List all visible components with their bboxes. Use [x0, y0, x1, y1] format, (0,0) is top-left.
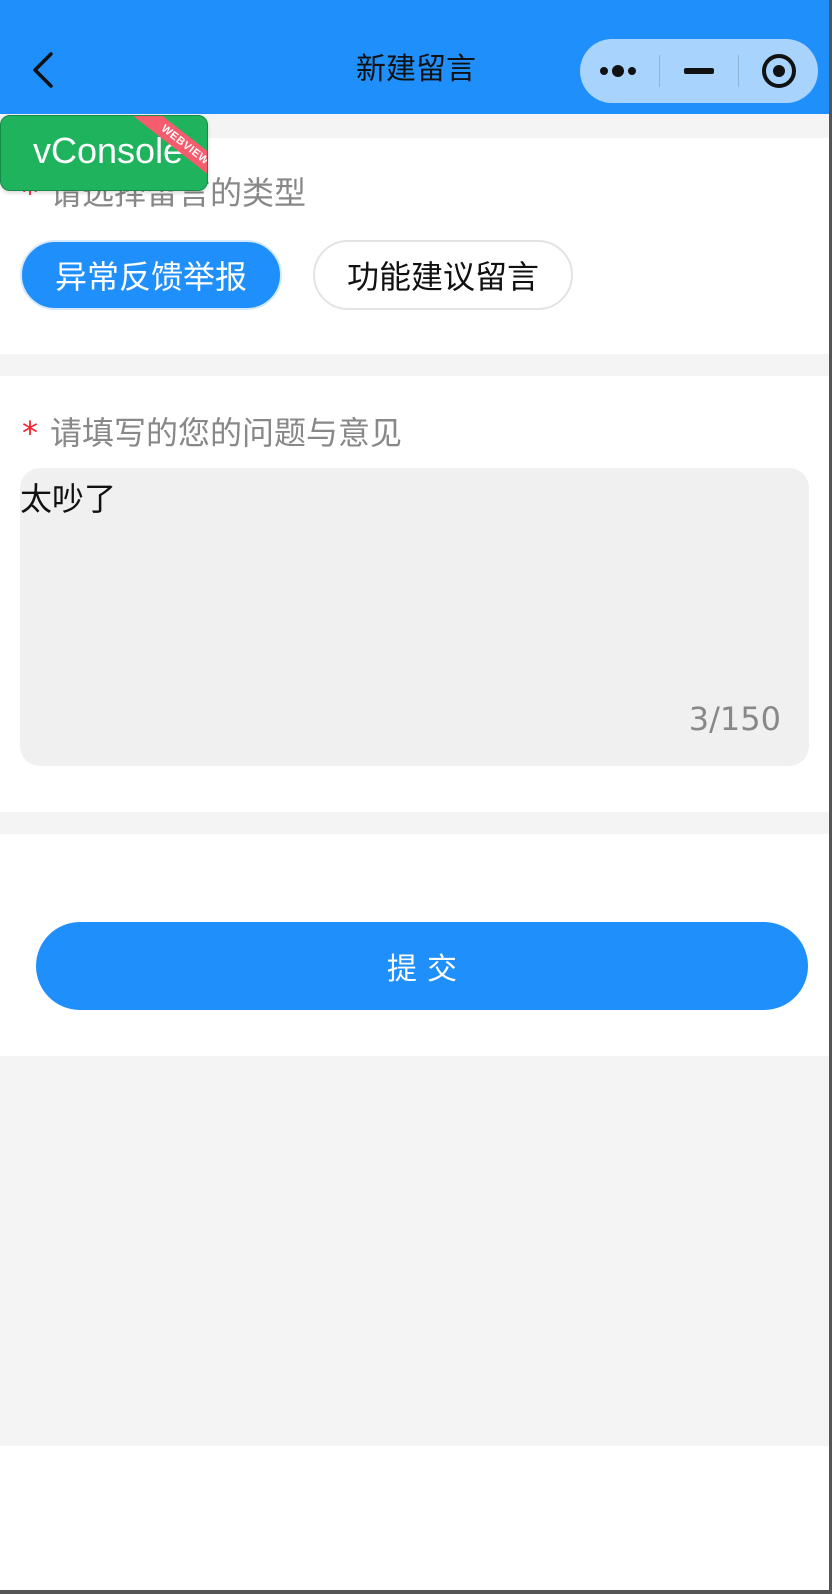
- minimize-icon: [684, 68, 714, 74]
- empty-area: [0, 1056, 832, 1446]
- more-button[interactable]: [580, 39, 659, 103]
- mini-program-capsule: [580, 39, 818, 103]
- type-option-feature-suggestion[interactable]: 功能建议留言: [313, 240, 573, 310]
- close-button[interactable]: [739, 39, 818, 103]
- required-mark: *: [22, 414, 38, 452]
- type-option-anomaly-report[interactable]: 异常反馈举报: [20, 240, 282, 310]
- section-gap: [0, 354, 832, 376]
- vconsole-button[interactable]: vConsole WEBVIEW: [0, 115, 208, 191]
- target-circle-icon: [761, 54, 796, 88]
- submit-button[interactable]: 提交: [36, 922, 808, 1010]
- character-counter: 3/150: [688, 700, 781, 738]
- minimize-button[interactable]: [660, 39, 739, 103]
- navigation-bar: 新建留言: [0, 0, 832, 114]
- more-dots-icon: [600, 65, 637, 77]
- feedback-textarea[interactable]: 太吵了 3/150: [20, 468, 809, 766]
- content-label: * 请填写的您的问题与意见: [22, 414, 403, 452]
- feedback-text: 太吵了: [20, 480, 117, 518]
- section-gap: [0, 812, 832, 834]
- window-border: [0, 1590, 832, 1594]
